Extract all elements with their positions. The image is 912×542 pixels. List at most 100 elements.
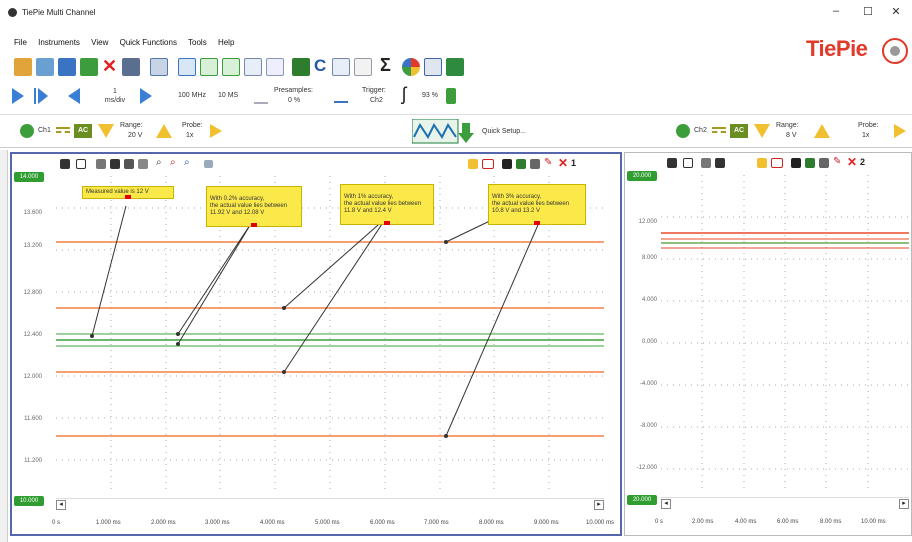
ch2-range-down-icon[interactable] [754,124,770,138]
ch2-coupling[interactable]: AC [730,124,748,138]
zoom-out-icon[interactable]: ⌕ [184,157,190,168]
scope2-mode-icon[interactable] [805,158,815,168]
scope1-note-icon[interactable] [468,159,478,169]
zoom-icon[interactable]: ⌕ [156,157,162,168]
ch1-power-icon[interactable] [20,124,34,138]
scope1-columns-icon[interactable] [76,159,86,169]
scope2-cursor-icon[interactable] [771,158,783,168]
table-icon[interactable] [332,58,350,76]
menu-instruments[interactable]: Instruments [38,38,80,47]
scope1-plot-area[interactable]: Measured value is 12 V With 0.2% accurac… [56,176,604,494]
scope1-view-icon[interactable] [110,159,120,169]
delete-icon[interactable]: ✕ [102,56,117,77]
annotation-measured[interactable]: Measured value is 12 V [82,186,174,199]
scope2-settings-icon[interactable] [667,158,677,168]
meter-icon[interactable] [200,58,218,76]
sample-rate[interactable]: 100 MHz [178,92,206,99]
board-icon[interactable] [446,58,464,76]
ch1-range-value[interactable]: 20 V [128,132,142,139]
list-icon[interactable] [424,58,442,76]
scope2-view-icon[interactable] [715,158,725,168]
scope2-export-icon[interactable] [819,158,829,168]
add-scope-icon[interactable] [178,58,196,76]
close-button[interactable]: ✕ [886,5,906,21]
ch2-coupling-dc-icon[interactable] [712,127,726,133]
scroll-left-icon[interactable]: ◂ [661,499,671,509]
scope2-pen-icon[interactable]: ✎ [833,156,841,167]
annotation-1pct[interactable]: With 1% accuracy, the actual value lies … [340,184,434,225]
ch2-probe-arrow-icon[interactable] [894,124,906,138]
sigma-icon[interactable]: Σ [380,55,391,76]
quick-setup-icon[interactable] [411,118,476,145]
ch1-range-down-icon[interactable] [98,124,114,138]
lines-icon[interactable] [266,58,284,76]
scope1-layout-icon[interactable] [124,159,134,169]
ch1-probe-arrow-icon[interactable] [210,124,222,138]
save-icon[interactable] [58,58,76,76]
ch2-power-icon[interactable] [676,124,690,138]
menu-quick-functions[interactable]: Quick Functions [120,38,177,47]
scroll-right-icon[interactable]: ▸ [899,499,909,509]
scope1-display-icon[interactable] [502,159,512,169]
scope1-settings-icon[interactable] [60,159,70,169]
scope1-cursor-icon[interactable] [482,159,494,169]
annotation-0-2pct[interactable]: With 0.2% accuracy, the actual value lie… [206,186,302,227]
scope1-pen-icon[interactable]: ✎ [544,157,552,168]
print-icon[interactable] [122,58,140,76]
ch2-range-up-icon[interactable] [814,124,830,138]
menu-view[interactable]: View [91,38,108,47]
cursor-icon[interactable] [354,58,372,76]
color-wheel-icon[interactable] [402,58,420,76]
menu-tools[interactable]: Tools [188,38,207,47]
quick-setup-label[interactable]: Quick Setup... [482,128,526,135]
scope2-scrollbar[interactable]: ◂ ▸ [661,497,909,509]
c-icon[interactable]: C [314,56,326,76]
scope2-display-icon[interactable] [791,158,801,168]
fft-icon[interactable] [244,58,262,76]
instrument-icon[interactable] [36,58,54,76]
ch1-coupling[interactable]: AC [74,124,92,138]
scope2-note-icon[interactable] [757,158,767,168]
trigger-position-icon[interactable] [334,87,348,103]
trigger-source[interactable]: Ch2 [370,97,383,104]
menu-help[interactable]: Help [218,38,234,47]
scope2-grid-icon[interactable] [701,158,711,168]
timebase-increase-icon[interactable] [140,88,152,104]
presamples-value[interactable]: 0 % [288,97,300,104]
ch1-range-up-icon[interactable] [156,124,172,138]
scope2-columns-icon[interactable] [683,158,693,168]
run-icon[interactable] [12,88,24,104]
ch2-range-value[interactable]: 8 V [786,132,797,139]
menu-file[interactable]: File [14,38,27,47]
scroll-left-icon[interactable]: ◂ [56,500,66,510]
ch1-probe-value[interactable]: 1x [186,132,193,139]
scope1-mode-icon[interactable] [516,159,526,169]
scope2-top-value-badge[interactable]: 20.000 [627,171,657,181]
scope2-plot-area[interactable] [661,175,909,493]
timebase-decrease-icon[interactable] [68,88,80,104]
scroll-right-icon[interactable]: ▸ [594,500,604,510]
scope1-panel-icon[interactable] [138,159,148,169]
scope1-grid-icon[interactable] [96,159,106,169]
scope1-bottom-value-badge[interactable]: 10.000 [14,496,44,506]
scope1-top-value-badge[interactable]: 14.000 [14,172,44,182]
scope1-export-icon[interactable] [530,159,540,169]
scope2-bottom-value-badge[interactable]: 20.000 [627,495,657,505]
scope1-close-icon[interactable]: ✕ [558,156,568,170]
open-folder-icon[interactable] [14,58,32,76]
record-length[interactable]: 10 MS [218,92,238,99]
zoom-in-icon[interactable]: ⌕ [170,157,176,168]
scope1-scrollbar[interactable]: ◂ ▸ [56,498,604,510]
minimize-button[interactable]: – [826,5,846,21]
chip-icon[interactable] [292,58,310,76]
trigger-slope-icon[interactable]: ʃ [402,84,406,105]
spectrum-icon[interactable] [222,58,240,76]
refresh-icon[interactable] [80,58,98,76]
maximize-button[interactable]: ☐ [858,5,878,21]
single-shot-icon[interactable] [38,88,48,104]
screen-icon[interactable] [150,58,168,76]
scope2-close-icon[interactable]: ✕ [847,155,857,169]
ch1-coupling-dc-icon[interactable] [56,127,70,133]
ch2-probe-value[interactable]: 1x [862,132,869,139]
scope1-fit-icon[interactable] [204,160,213,168]
